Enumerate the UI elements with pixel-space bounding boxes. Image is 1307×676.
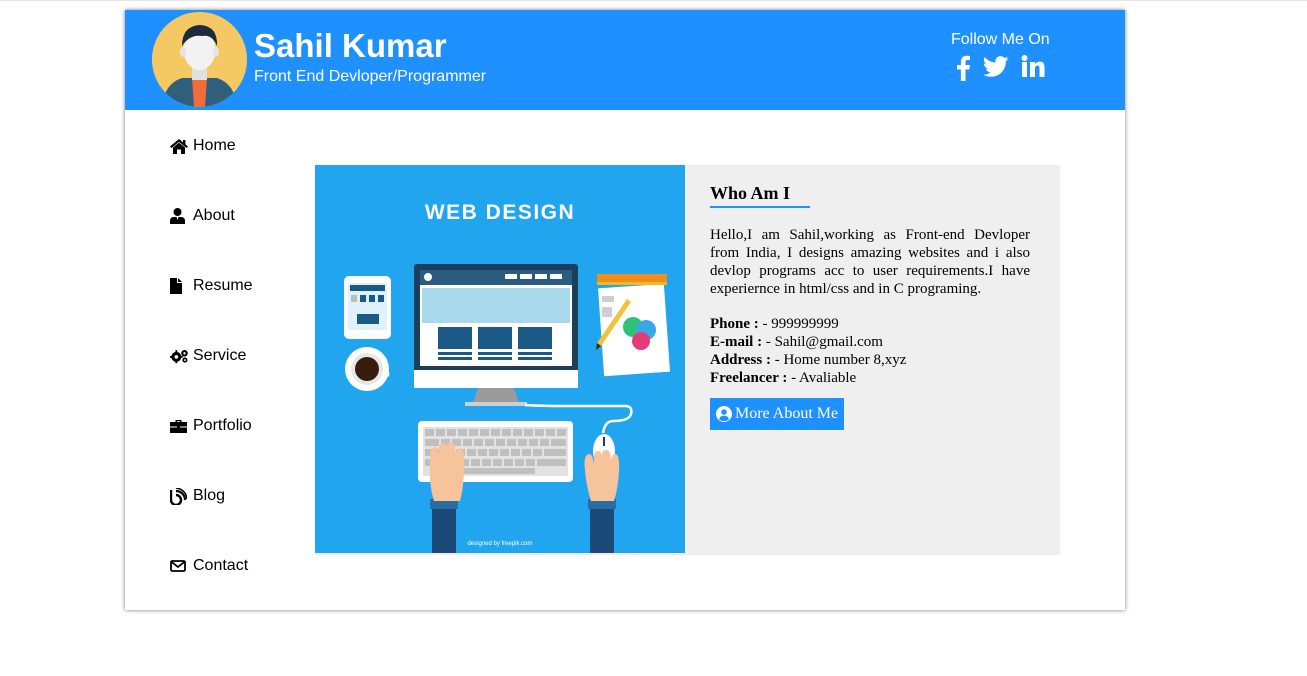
detail-value: - Home number 8,xyz [770, 351, 907, 368]
nav-item-resume[interactable]: Resume [170, 268, 253, 304]
profile-role: Front End Devloper/Programmer [254, 68, 487, 85]
nav-item-blog[interactable]: Blog [170, 478, 225, 514]
blog-icon [170, 487, 189, 505]
detail-value: - Avaliable [787, 369, 857, 386]
detail-label: E-mail : [710, 333, 763, 350]
linkedin-icon[interactable] [1021, 55, 1045, 81]
nav-item-home[interactable]: Home [170, 128, 236, 164]
web-design-illustration: WEB DESIGN designed by freepik.com [315, 165, 685, 553]
detail-value: - Sahil@gmail.com [762, 333, 883, 350]
twitter-icon[interactable] [983, 56, 1009, 82]
nav-item-portfolio[interactable]: Portfolio [170, 408, 252, 444]
nav-label: Resume [193, 277, 253, 294]
profile-name: Sahil Kumar [254, 27, 447, 64]
detail-label: Address : [710, 351, 771, 368]
more-about-me-button[interactable]: More About Me [710, 397, 845, 430]
avatar [152, 12, 247, 107]
illustration-credit: designed by freepik.com [467, 541, 532, 547]
header: Sahil Kumar Front End Devloper/Programme… [125, 10, 1125, 110]
user-circle-icon [716, 405, 732, 422]
nav-label: Service [193, 347, 247, 364]
detail-phone: Phone : - 999999999 [710, 315, 1030, 333]
heading-underline [710, 205, 810, 208]
file-icon [170, 277, 189, 295]
top-divider [0, 0, 1307, 1]
illustration-title: WEB DESIGN [425, 201, 575, 224]
detail-value: - 999999999 [758, 315, 839, 332]
nav-item-contact[interactable]: Contact [170, 548, 248, 584]
profile-card: Sahil Kumar Front End Devloper/Programme… [125, 10, 1125, 610]
detail-freelancer: Freelancer : - Avaliable [710, 369, 1030, 387]
detail-address: Address : - Home number 8,xyz [710, 351, 1030, 369]
detail-label: Freelancer : [710, 369, 788, 386]
about-bio: Hello,I am Sahil,working as Front-end De… [710, 226, 1030, 297]
follow-heading: Follow Me On [951, 31, 1050, 48]
gears-icon [170, 347, 189, 365]
about-section: Who Am I Hello,I am Sahil,working as Fro… [710, 183, 1030, 430]
briefcase-icon [170, 417, 189, 435]
envelope-icon [170, 557, 189, 575]
nav-item-service[interactable]: Service [170, 338, 246, 374]
contact-details: Phone : - 999999999 E-mail : - Sahil@gma… [710, 315, 1030, 387]
nav-label: Home [193, 137, 236, 154]
nav-label: Contact [193, 557, 249, 574]
nav-item-about[interactable]: About [170, 198, 235, 234]
detail-label: Phone : [710, 315, 759, 332]
home-icon [170, 137, 189, 155]
nav-label: Blog [193, 487, 226, 504]
facebook-icon[interactable] [955, 55, 971, 81]
nav-label: Portfolio [193, 417, 252, 434]
nav-label: About [193, 207, 235, 224]
about-heading: Who Am I [710, 183, 791, 203]
detail-email: E-mail : - Sahil@gmail.com [710, 333, 1030, 351]
main-content: WEB DESIGN designed by freepik.com Who A… [315, 165, 1060, 555]
user-icon [170, 207, 189, 225]
more-about-me-label: More About Me [735, 404, 839, 422]
